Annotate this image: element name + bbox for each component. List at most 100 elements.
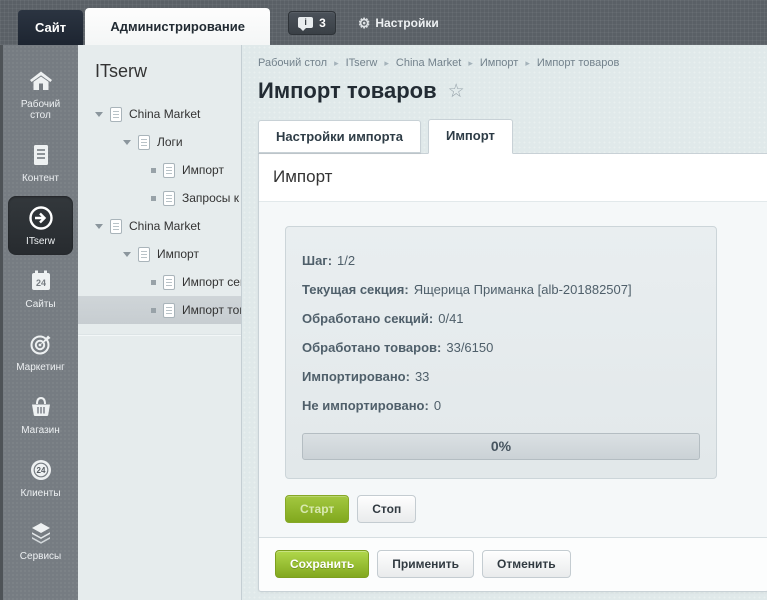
- info-bubble-icon: i: [298, 17, 313, 28]
- notifications-button[interactable]: i 3: [288, 11, 336, 35]
- chevron-down-icon[interactable]: [123, 252, 131, 257]
- main-area: Рабочий стол ▸ ITserw ▸ China Market ▸ И…: [242, 45, 767, 600]
- site-tab[interactable]: Сайт: [18, 10, 83, 45]
- status-value: 0: [434, 398, 441, 413]
- tree-item-import-sections[interactable]: Импорт секций: [78, 268, 241, 296]
- sidebar-item-label: ITserw: [26, 236, 55, 247]
- target-icon: [28, 330, 54, 358]
- form-tabs: Настройки импорта Импорт: [258, 119, 767, 153]
- document-icon: [163, 163, 175, 178]
- notifications-count: 3: [319, 16, 326, 30]
- status-row: Обработано товаров: 33/6150: [302, 333, 700, 362]
- admin-app: Сайт Администрирование i 3 ⚙ Настройки Р…: [0, 0, 767, 600]
- status-row: Текущая секция:Ящерица Приманка [alb-201…: [302, 275, 700, 304]
- progress-bar: 0%: [302, 433, 700, 460]
- breadcrumb-item[interactable]: Рабочий стол: [258, 57, 327, 69]
- stop-button[interactable]: Стоп: [357, 495, 416, 523]
- document-icon: [138, 247, 150, 262]
- status-value: 0/41: [438, 311, 463, 326]
- tree-item-label: Логи: [157, 135, 183, 149]
- sidebar-item-label: Клиенты: [20, 488, 60, 499]
- status-label: Шаг:: [302, 253, 332, 268]
- breadcrumb-separator-icon: ▸: [468, 58, 473, 69]
- import-status-box: Шаг: 1/2 Текущая секция:Ящерица Приманка …: [285, 226, 717, 479]
- breadcrumb-item[interactable]: Импорт товаров: [537, 57, 619, 69]
- sidebar-item-label: Маркетинг: [16, 362, 65, 373]
- status-value: 33: [415, 369, 429, 384]
- status-label: Не импортировано:: [302, 398, 429, 413]
- status-row: Обработано секций: 0/41: [302, 304, 700, 333]
- sidebar-item-sites[interactable]: 24 Сайты: [8, 259, 73, 318]
- cancel-button[interactable]: Отменить: [482, 550, 571, 578]
- home-icon: [28, 67, 54, 95]
- arrow-circle-icon: [27, 204, 55, 232]
- sidebar-item-marketing[interactable]: Маркетинг: [8, 322, 73, 381]
- status-label: Текущая секция:: [302, 282, 409, 297]
- tree-item-import[interactable]: Импорт: [78, 240, 241, 268]
- form-footer: Сохранить Применить Отменить: [259, 537, 767, 591]
- status-label: Обработано товаров:: [302, 340, 441, 355]
- document-icon: [163, 275, 175, 290]
- status-row: Шаг: 1/2: [302, 246, 700, 275]
- tree-panel-title: ITserw: [78, 45, 241, 100]
- chevron-down-icon[interactable]: [95, 112, 103, 117]
- tree-item-logs[interactable]: Логи: [78, 128, 241, 156]
- tree-item-label: Импорт: [157, 247, 199, 261]
- sidebar-item-content[interactable]: Контент: [8, 133, 73, 192]
- tab-content-panel: Импорт Шаг: 1/2 Текущая секция:Ящерица Пр…: [258, 153, 767, 592]
- favorite-star-icon[interactable]: ☆: [448, 82, 465, 101]
- start-button[interactable]: Старт: [285, 495, 349, 523]
- topbar: Сайт Администрирование i 3 ⚙ Настройки: [0, 0, 767, 45]
- save-button[interactable]: Сохранить: [275, 550, 369, 578]
- bullet-icon: [151, 196, 156, 201]
- breadcrumb-item[interactable]: Импорт: [480, 57, 518, 69]
- status-row: Не импортировано: 0: [302, 391, 700, 420]
- section-heading: Импорт: [259, 154, 767, 202]
- sidebar-item-label: Сервисы: [20, 551, 61, 562]
- settings-label: Настройки: [375, 16, 438, 30]
- document-icon: [110, 219, 122, 234]
- tree-panel: ITserw China Market Логи Импорт Запросы …: [78, 45, 242, 600]
- tree-item-import-products[interactable]: Импорт товаров: [78, 296, 241, 324]
- progress-percent: 0%: [491, 438, 511, 454]
- sidebar-item-services[interactable]: Сервисы: [8, 511, 73, 570]
- gear-icon: ⚙: [358, 16, 371, 30]
- sidebar-item-shop[interactable]: Магазин: [8, 385, 73, 444]
- apply-button[interactable]: Применить: [377, 550, 474, 578]
- breadcrumb-separator-icon: ▸: [384, 58, 389, 69]
- tree-item-china-market-1[interactable]: China Market: [78, 100, 241, 128]
- tree-item-log-import[interactable]: Импорт: [78, 156, 241, 184]
- tab-import-settings[interactable]: Настройки импорта: [258, 120, 421, 153]
- settings-button[interactable]: ⚙ Настройки: [358, 16, 439, 30]
- sidebar-item-label: Магазин: [21, 425, 60, 436]
- page-title: Импорт товаров: [258, 78, 437, 104]
- chevron-down-icon[interactable]: [95, 224, 103, 229]
- breadcrumb: Рабочий стол ▸ ITserw ▸ China Market ▸ И…: [258, 57, 767, 69]
- status-value: 33/6150: [446, 340, 493, 355]
- admin-tab[interactable]: Администрирование: [85, 8, 270, 45]
- breadcrumb-item[interactable]: China Market: [396, 57, 461, 69]
- bullet-icon: [151, 308, 156, 313]
- sidebar-item-desktop[interactable]: Рабочий стол: [8, 59, 73, 129]
- tree-item-label: Импорт: [182, 163, 224, 177]
- sidebar-item-itserw[interactable]: ITserw: [8, 196, 73, 255]
- status-label: Обработано секций:: [302, 311, 433, 326]
- sidebar-item-clients[interactable]: 24 Клиенты: [8, 448, 73, 507]
- tree-item-label: Запросы к API: [182, 191, 242, 205]
- tree-item-china-market-2[interactable]: China Market: [78, 212, 241, 240]
- svg-text:24: 24: [35, 278, 45, 288]
- tree-item-api-requests[interactable]: Запросы к API: [78, 184, 241, 212]
- document-icon: [163, 191, 175, 206]
- status-value: 1/2: [337, 253, 355, 268]
- tree-item-label: Импорт секций: [182, 275, 242, 289]
- chevron-down-icon[interactable]: [123, 140, 131, 145]
- document-icon: [138, 135, 150, 150]
- tree-item-label: Импорт товаров: [182, 303, 242, 317]
- bullet-icon: [151, 280, 156, 285]
- breadcrumb-item[interactable]: ITserw: [346, 57, 378, 69]
- tab-import[interactable]: Импорт: [428, 119, 513, 154]
- document-icon: [110, 107, 122, 122]
- breadcrumb-separator-icon: ▸: [525, 58, 530, 69]
- status-row: Импортировано:33: [302, 362, 700, 391]
- breadcrumb-separator-icon: ▸: [334, 58, 339, 69]
